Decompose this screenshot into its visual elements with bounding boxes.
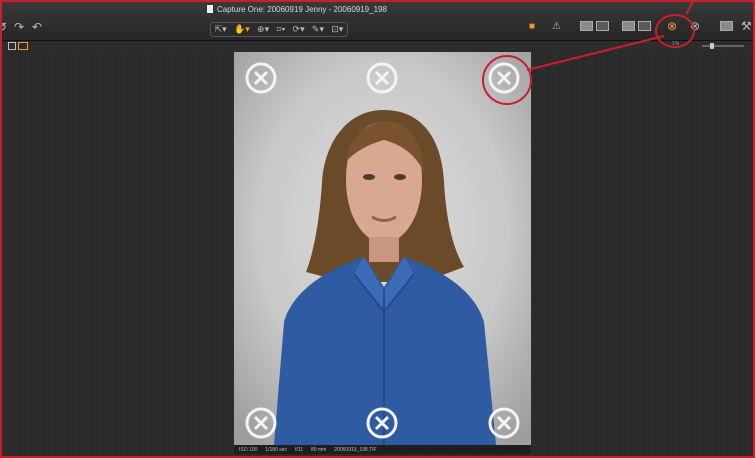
annotation-line [526,0,695,71]
